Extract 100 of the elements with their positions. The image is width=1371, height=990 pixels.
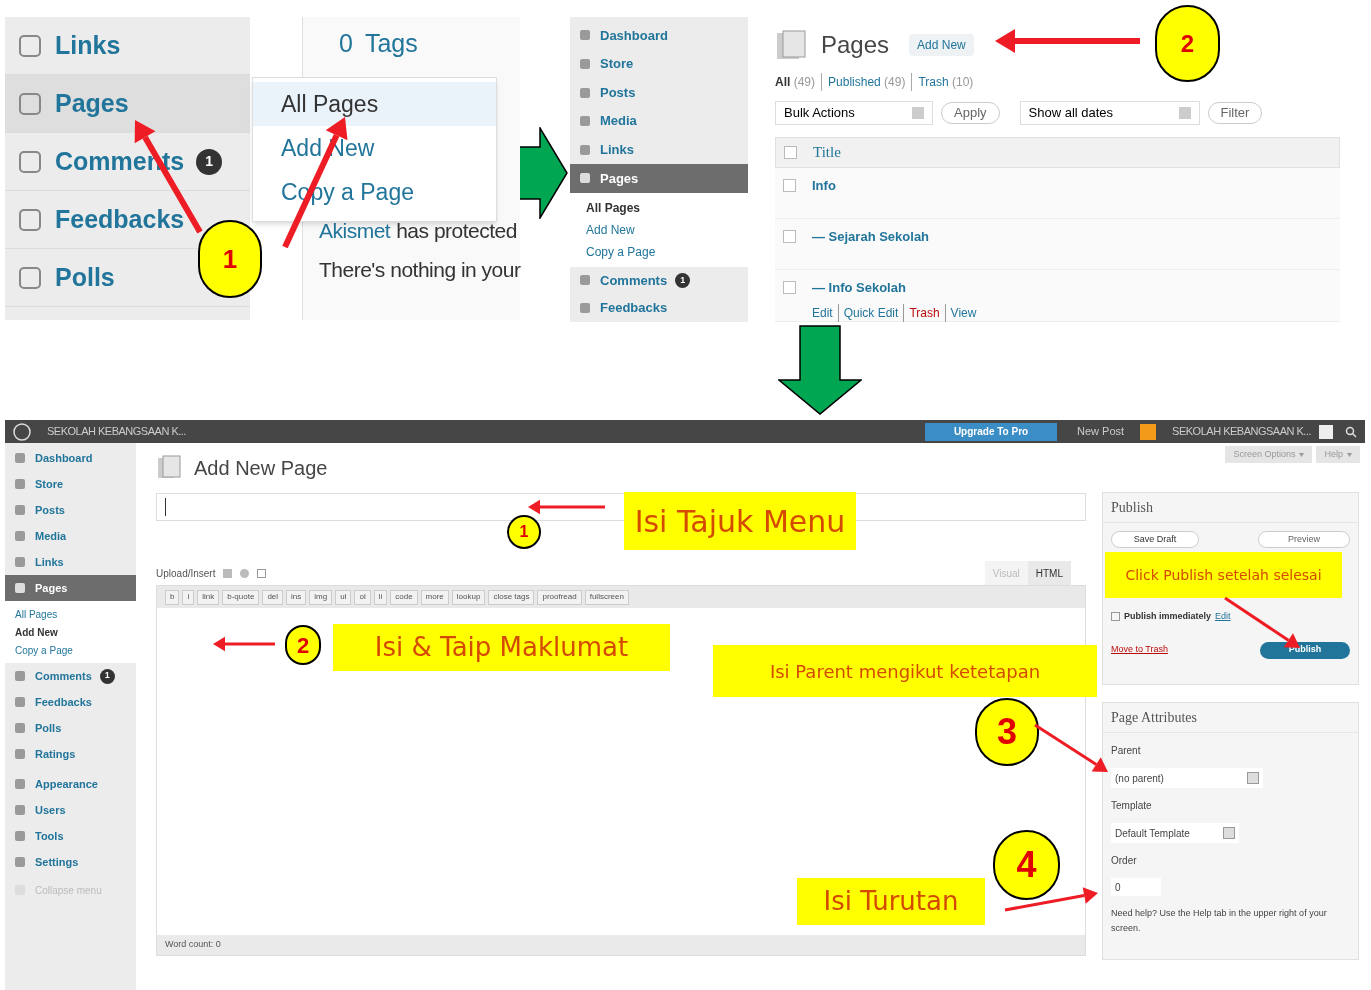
image-icon[interactable]: [223, 569, 233, 578]
checkbox[interactable]: [783, 179, 796, 193]
menu-item[interactable]: Pages: [5, 575, 136, 601]
menu-icon: [578, 273, 592, 288]
page-heading: Add New Page: [194, 456, 328, 481]
menu-item[interactable]: Posts: [570, 78, 748, 107]
toolbar-button[interactable]: ul: [335, 589, 352, 605]
menu-icon: [17, 206, 43, 233]
menu-item[interactable]: Comments 1: [570, 266, 748, 295]
toolbar-button[interactable]: img: [309, 589, 333, 605]
menu-item[interactable]: Dashboard: [5, 445, 136, 471]
menu-item[interactable]: Links: [570, 135, 748, 165]
template-label: Template: [1110, 799, 1153, 813]
tags-link[interactable]: Tags: [364, 25, 418, 63]
page-title-link[interactable]: — Info Sekolah: [812, 278, 982, 298]
toolbar-button[interactable]: link: [197, 589, 220, 605]
template-select[interactable]: Default Template: [1111, 823, 1239, 843]
menu-item[interactable]: Links: [5, 549, 136, 575]
menu-item[interactable]: Pages: [570, 164, 748, 193]
menu-item[interactable]: Feedbacks: [5, 689, 136, 715]
submenu-item[interactable]: Add New: [570, 218, 748, 241]
editor-tab[interactable]: HTML: [1027, 561, 1071, 585]
menu-item[interactable]: Posts: [5, 497, 136, 523]
page-title-link[interactable]: — Sejarah Sekolah: [812, 227, 930, 247]
menu-item[interactable]: Media: [570, 106, 748, 136]
date-filter-select[interactable]: Show all dates: [1019, 101, 1200, 125]
menu-item[interactable]: Appearance: [5, 771, 136, 797]
filter-link[interactable]: Trash (10): [911, 73, 980, 91]
filter-link[interactable]: Published (49): [821, 73, 912, 91]
checkbox[interactable]: [783, 230, 796, 244]
menu-icon: [17, 264, 43, 291]
toolbar-button[interactable]: i: [182, 589, 195, 605]
annotation-note: Isi & Taip Maklumat: [333, 624, 670, 671]
step-number-callout: 2: [1155, 5, 1220, 82]
toolbar-button[interactable]: proofread: [537, 589, 582, 605]
toolbar-button[interactable]: ins: [286, 589, 307, 605]
submenu-item[interactable]: All Pages: [253, 82, 496, 126]
new-post-link[interactable]: New Post: [1077, 423, 1125, 440]
toolbar-button[interactable]: code: [390, 589, 418, 605]
title-column-header[interactable]: Title: [813, 141, 841, 164]
page-title-link[interactable]: Info: [812, 176, 836, 196]
menu-item[interactable]: Tools: [5, 823, 136, 849]
pages-icon: [775, 29, 809, 61]
filter-link[interactable]: All (49): [775, 73, 822, 91]
menu-item[interactable]: Comments 1: [5, 663, 136, 689]
preview-button[interactable]: Preview: [1258, 531, 1350, 548]
help-text: Need help? Use the Help tab in the upper right of your screen.: [1110, 907, 1328, 935]
save-draft-button[interactable]: Save Draft: [1111, 531, 1199, 548]
row-action-link[interactable]: Trash: [903, 303, 945, 322]
menu-item[interactable]: Store: [5, 471, 136, 497]
checkbox[interactable]: [783, 281, 796, 294]
bulk-actions-select[interactable]: Bulk Actions: [775, 101, 933, 125]
menu-icon: [17, 90, 43, 117]
box-title: Page Attributes: [1103, 703, 1358, 733]
submenu-item[interactable]: All Pages: [570, 196, 748, 219]
toolbar-button[interactable]: lookup: [451, 589, 486, 605]
count-badge: 1: [99, 668, 115, 684]
row-action-link[interactable]: View: [944, 303, 982, 322]
toolbar-button[interactable]: ol: [354, 589, 371, 605]
move-to-trash-link[interactable]: Move to Trash: [1111, 643, 1169, 657]
submenu-item[interactable]: Add New: [5, 623, 136, 641]
submenu-item[interactable]: All Pages: [5, 605, 136, 623]
toolbar-button[interactable]: b: [165, 589, 180, 605]
menu-icon: [17, 148, 43, 175]
menu-item[interactable]: Settings: [5, 849, 136, 875]
site-name-link[interactable]: SEKOLAH KEBANGSAAN K...: [1172, 423, 1311, 440]
menu-icon: [13, 555, 27, 569]
toolbar-button[interactable]: b-quote: [222, 589, 260, 605]
toolbar-button[interactable]: close tags: [488, 589, 535, 605]
submenu-item[interactable]: Copy a Page: [570, 240, 748, 263]
row-action-link[interactable]: Quick Edit: [837, 303, 904, 322]
menu-item[interactable]: Pages: [5, 75, 250, 133]
menu-item[interactable]: Feedbacks: [570, 294, 748, 322]
toolbar-button[interactable]: li: [373, 589, 388, 605]
search-icon[interactable]: [1345, 425, 1357, 438]
count-badge: 1: [675, 273, 691, 288]
menu-item[interactable]: Polls: [5, 715, 136, 741]
toolbar-button[interactable]: fullscreen: [584, 589, 629, 605]
checkbox[interactable]: [784, 146, 797, 160]
menu-item[interactable]: Dashboard: [570, 21, 748, 50]
menu-item[interactable]: Users: [5, 797, 136, 823]
menu-item[interactable]: Store: [570, 49, 748, 79]
parent-select[interactable]: (no parent): [1111, 768, 1263, 788]
menu-icon: [578, 171, 592, 186]
submenu-item[interactable]: Copy a Page: [5, 641, 136, 659]
row-action-link[interactable]: Edit: [812, 303, 838, 322]
edit-link[interactable]: Edit: [1215, 610, 1231, 624]
site-name-link[interactable]: SEKOLAH KEBANGSAAN K...: [47, 423, 186, 440]
menu-item[interactable]: Media: [5, 523, 136, 549]
upgrade-button[interactable]: Upgrade To Pro: [925, 422, 1058, 441]
menu-icon: [13, 803, 27, 817]
add-new-button[interactable]: Add New: [909, 34, 974, 56]
menu-item[interactable]: Ratings: [5, 741, 136, 767]
toolbar-button[interactable]: del: [262, 589, 284, 605]
count-badge: 1: [196, 148, 223, 175]
publish-button[interactable]: Publish: [1260, 641, 1350, 659]
order-input[interactable]: 0: [1111, 878, 1161, 896]
menu-icon: [13, 721, 27, 735]
toolbar-button[interactable]: more: [420, 589, 449, 605]
step-number-callout: 1: [198, 220, 262, 298]
